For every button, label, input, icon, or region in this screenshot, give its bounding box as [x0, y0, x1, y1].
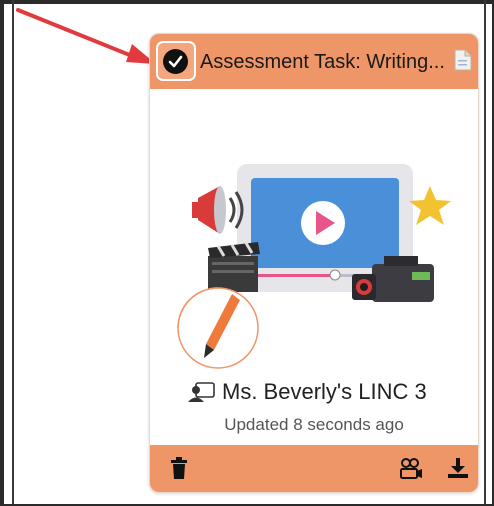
updated-timestamp: Updated 8 seconds ago [224, 415, 404, 434]
document-icon [454, 49, 472, 71]
owner-row: Ms. Beverly's LINC 3 [188, 377, 427, 407]
check-circle-icon [163, 49, 188, 74]
card-footer [150, 445, 478, 492]
window-frame-right-inner [484, 0, 486, 506]
trash-icon[interactable] [170, 457, 188, 479]
owner-name: Ms. Beverly's LINC 3 [222, 379, 427, 404]
card-header: Assessment Task: Writing... [150, 34, 478, 89]
select-checkbox[interactable] [156, 41, 196, 81]
assignment-card[interactable]: Assessment Task: Writing... Ms. Beverly'… [149, 33, 479, 493]
pencil-badge-icon [177, 287, 259, 369]
download-icon[interactable] [447, 457, 469, 479]
camera-share-icon[interactable] [399, 458, 423, 480]
person-screen-icon [188, 382, 215, 402]
window-frame-left [0, 0, 4, 506]
window-frame-left-inner [12, 0, 14, 506]
card-title[interactable]: Assessment Task: Writing... [200, 51, 450, 74]
